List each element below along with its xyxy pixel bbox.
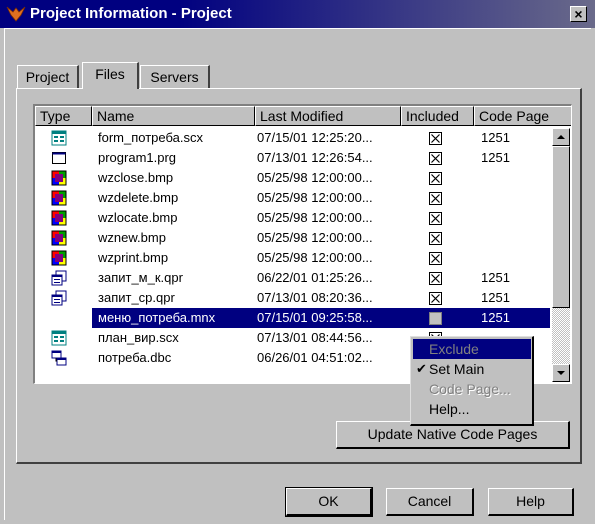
menu-item-help[interactable]: Help...: [413, 399, 531, 419]
column-header-type[interactable]: Type: [35, 106, 92, 126]
database-icon: [51, 350, 67, 366]
file-name: program1.prg: [98, 150, 177, 165]
included-checkbox[interactable]: [429, 151, 442, 165]
form-icon: [51, 330, 67, 346]
cancel-button[interactable]: Cancel: [386, 488, 474, 516]
file-row[interactable]: wzclose.bmp 05/25/98 12:00:00...: [35, 168, 550, 188]
menu-icon: [51, 310, 67, 326]
foxpro-icon: [6, 6, 26, 22]
file-row[interactable]: wzdelete.bmp 05/25/98 12:00:00...: [35, 188, 550, 208]
checkmark-icon: ✔: [416, 361, 427, 376]
help-button[interactable]: Help: [488, 488, 574, 516]
query-icon: [51, 290, 67, 306]
bitmap-icon: [51, 210, 67, 226]
arrow-up-icon: [557, 135, 565, 139]
window-title: Project Information - Project: [30, 5, 232, 22]
file-last-modified: 07/15/01 09:25:58...: [257, 310, 373, 325]
file-name: wzclose.bmp: [98, 170, 174, 185]
bitmap-icon: [51, 170, 67, 186]
file-last-modified: 05/25/98 12:00:00...: [257, 190, 373, 205]
file-last-modified: 06/26/01 04:51:02...: [257, 350, 373, 365]
bitmap-icon: [51, 250, 67, 266]
included-checkbox[interactable]: [429, 311, 442, 325]
file-row[interactable]: запит_м_к.qpr 06/22/01 01:25:26... 1251: [35, 268, 550, 288]
query-icon: [51, 270, 67, 286]
close-button[interactable]: ×: [570, 6, 587, 22]
menu-item-set-main-label: Set Main: [429, 361, 485, 377]
file-row[interactable]: wzlocate.bmp 05/25/98 12:00:00...: [35, 208, 550, 228]
program-icon: [51, 150, 67, 166]
file-name: wzlocate.bmp: [98, 210, 178, 225]
included-checkbox[interactable]: [429, 231, 442, 245]
file-name: wzprint.bmp: [98, 250, 169, 265]
menu-item-help-label: Help...: [429, 401, 470, 417]
included-checkbox[interactable]: [429, 291, 442, 305]
file-last-modified: 05/25/98 12:00:00...: [257, 250, 373, 265]
arrow-down-icon: [557, 371, 565, 375]
file-last-modified: 05/25/98 12:00:00...: [257, 210, 373, 225]
included-checkbox[interactable]: [429, 131, 442, 145]
tab-project[interactable]: Project: [17, 65, 79, 89]
menu-item-code-page[interactable]: Code Page...: [413, 379, 531, 399]
tab-servers[interactable]: Servers: [140, 65, 210, 89]
file-code-page: 1251: [481, 310, 510, 325]
bitmap-icon: [51, 190, 67, 206]
scrollbar-thumb[interactable]: [552, 146, 570, 308]
file-last-modified: 06/22/01 01:25:26...: [257, 270, 373, 285]
file-name: form_потреба.scx: [98, 130, 203, 145]
file-code-page: 1251: [481, 130, 510, 145]
form-icon: [51, 130, 67, 146]
file-name: потреба.dbc: [98, 350, 172, 365]
file-last-modified: 07/13/01 08:44:56...: [257, 330, 373, 345]
column-header-name[interactable]: Name: [92, 106, 255, 126]
scroll-up-button[interactable]: [552, 128, 570, 146]
file-row[interactable]: меню_потреба.mnx 07/15/01 09:25:58... 1251: [35, 308, 550, 328]
column-header-last-modified[interactable]: Last Modified: [255, 106, 401, 126]
vertical-scrollbar[interactable]: [552, 128, 570, 382]
file-row[interactable]: запит_ср.qpr 07/13/01 08:20:36... 1251: [35, 288, 550, 308]
file-last-modified: 05/25/98 12:00:00...: [257, 170, 373, 185]
included-checkbox[interactable]: [429, 211, 442, 225]
included-checkbox[interactable]: [429, 271, 442, 285]
file-code-page: 1251: [481, 290, 510, 305]
file-name: запит_ср.qpr: [98, 290, 175, 305]
file-last-modified: 07/13/01 08:20:36...: [257, 290, 373, 305]
file-name: план_вир.scx: [98, 330, 179, 345]
column-header-code-page[interactable]: Code Page: [474, 106, 571, 126]
included-checkbox[interactable]: [429, 171, 442, 185]
file-name: меню_потреба.mnx: [98, 310, 216, 325]
menu-item-exclude-label: Exclude: [429, 341, 479, 357]
file-row[interactable]: wzprint.bmp 05/25/98 12:00:00...: [35, 248, 550, 268]
ok-button[interactable]: OK: [285, 487, 373, 517]
menu-item-exclude[interactable]: Exclude: [413, 339, 531, 359]
file-last-modified: 05/25/98 12:00:00...: [257, 230, 373, 245]
file-row[interactable]: wznew.bmp 05/25/98 12:00:00...: [35, 228, 550, 248]
file-last-modified: 07/13/01 12:26:54...: [257, 150, 373, 165]
file-code-page: 1251: [481, 150, 510, 165]
menu-item-set-main[interactable]: ✔ Set Main: [413, 359, 531, 379]
scroll-down-button[interactable]: [552, 364, 570, 382]
file-name: запит_м_к.qpr: [98, 270, 183, 285]
file-name: wznew.bmp: [98, 230, 166, 245]
file-last-modified: 07/15/01 12:25:20...: [257, 130, 373, 145]
column-header-included[interactable]: Included: [401, 106, 474, 126]
file-row[interactable]: form_потреба.scx 07/15/01 12:25:20... 1251: [35, 128, 550, 148]
file-name: wzdelete.bmp: [98, 190, 179, 205]
title-bar: Project Information - Project ×: [0, 0, 595, 28]
included-checkbox[interactable]: [429, 191, 442, 205]
bitmap-icon: [51, 230, 67, 246]
tab-files[interactable]: Files: [82, 62, 139, 89]
file-row[interactable]: program1.prg 07/13/01 12:26:54... 1251: [35, 148, 550, 168]
context-menu: Exclude ✔ Set Main Code Page... Help...: [410, 336, 534, 426]
menu-item-code-page-label: Code Page...: [429, 381, 511, 397]
included-checkbox[interactable]: [429, 251, 442, 265]
file-code-page: 1251: [481, 270, 510, 285]
